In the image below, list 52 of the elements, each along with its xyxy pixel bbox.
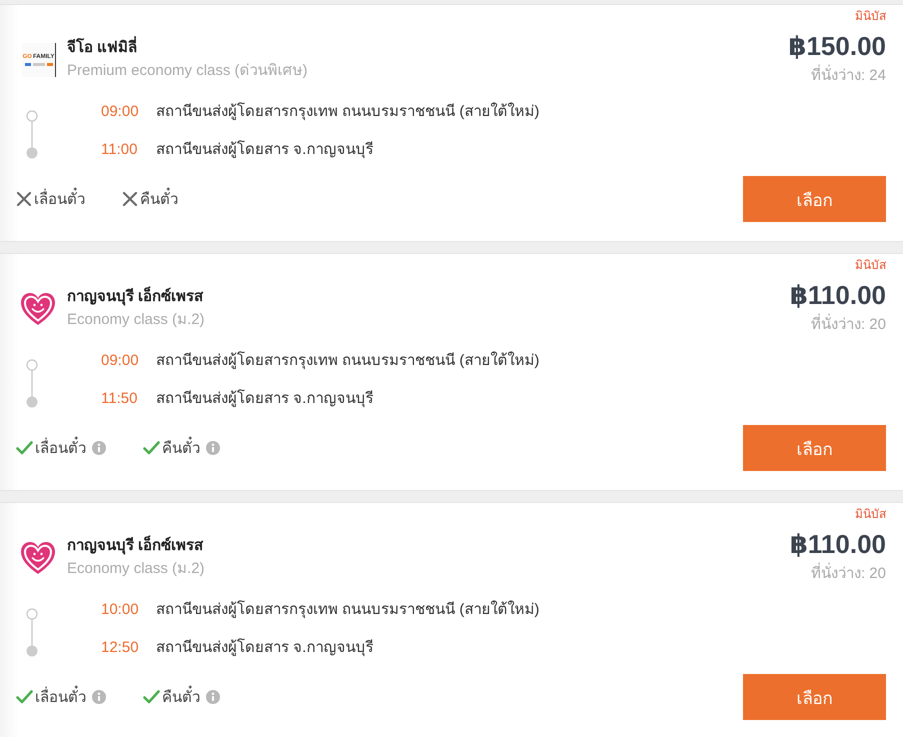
seats-available: ที่นั่งว่าง: 20 bbox=[810, 564, 886, 584]
policy-label: คืนตั๋ว bbox=[162, 436, 200, 460]
vehicle-type: มินิบัส bbox=[855, 506, 886, 523]
vehicle-type: มินิบัส bbox=[855, 257, 886, 274]
info-icon[interactable] bbox=[206, 690, 220, 704]
price: ฿110.00 bbox=[790, 528, 886, 560]
operator-name: กาญจนบุรี เอ็กซ์เพรส bbox=[67, 286, 204, 308]
stop-time: 12:50 bbox=[101, 638, 140, 656]
station-name: สถานีขนส่งผู้โดยสารกรุงเทพ ถนนบรมราชชนนี (สายใต้ใหม่) bbox=[156, 350, 540, 372]
destination-marker-icon bbox=[26, 148, 38, 158]
seats-available: ที่นั่งว่าง: 20 bbox=[810, 315, 886, 335]
logo-stripes-icon bbox=[24, 63, 52, 66]
policy-label: เลื่อนตั๋ว bbox=[34, 187, 85, 211]
info-icon[interactable] bbox=[92, 441, 106, 455]
origin-marker-icon bbox=[26, 359, 38, 371]
origin-marker-icon bbox=[26, 110, 38, 122]
stop-time: 10:00 bbox=[101, 600, 140, 618]
price: ฿110.00 bbox=[790, 279, 886, 311]
station-name: สถานีขนส่งผู้โดยสาร จ.กาญจนบุรี bbox=[156, 637, 374, 658]
policy-label: เลื่อนตั๋ว bbox=[35, 685, 86, 709]
origin-marker-icon bbox=[26, 608, 38, 620]
stop-time: 11:00 bbox=[101, 140, 138, 158]
operator-name: กาญจนบุรี เอ็กซ์เพรส bbox=[67, 535, 204, 556]
destination-marker-icon bbox=[26, 646, 38, 656]
route-line bbox=[31, 370, 33, 397]
select-button[interactable]: เลือก bbox=[743, 674, 886, 720]
station-name: สถานีขนส่งผู้โดยสาร จ.กาญจนบุรี bbox=[156, 388, 374, 410]
select-button[interactable]: เลือก bbox=[743, 425, 886, 471]
stop-time: 09:00 bbox=[101, 102, 140, 120]
service-class: Economy class (ม.2) bbox=[67, 310, 205, 330]
station-name: สถานีขนส่งผู้โดยสาร จ.กาญจนบุรี bbox=[156, 139, 374, 160]
smiling-heart-icon bbox=[20, 292, 56, 326]
info-icon[interactable] bbox=[206, 441, 220, 455]
info-icon[interactable] bbox=[92, 690, 106, 704]
route-line bbox=[31, 619, 33, 646]
price: ฿150.00 bbox=[788, 30, 886, 62]
service-class: Economy class (ม.2) bbox=[67, 559, 205, 579]
policy-label: เลื่อนตั๋ว bbox=[35, 436, 86, 460]
vehicle-type: มินิบัส bbox=[855, 8, 886, 25]
select-button[interactable]: เลือก bbox=[743, 176, 886, 222]
route-line bbox=[31, 121, 33, 148]
station-name: สถานีขนส่งผู้โดยสารกรุงเทพ ถนนบรมราชชนนี (สายใต้ใหม่) bbox=[156, 101, 540, 122]
stop-time: 11:50 bbox=[101, 390, 138, 406]
seats-available: ที่นั่งว่าง: 24 bbox=[810, 66, 886, 86]
policy-label: คืนตั๋ว bbox=[140, 187, 178, 211]
station-name: สถานีขนส่งผู้โดยสารกรุงเทพ ถนนบรมราชชนนี (สายใต้ใหม่) bbox=[156, 599, 540, 620]
destination-marker-icon bbox=[26, 396, 38, 408]
stop-time: 09:00 bbox=[101, 352, 140, 368]
service-class: Premium economy class (ด่วนพิเศษ) bbox=[67, 61, 308, 81]
smiling-heart-icon bbox=[20, 541, 56, 575]
operator-name: จีโอ แฟมิลี่ bbox=[67, 37, 308, 59]
policy-label: คืนตั๋ว bbox=[162, 685, 200, 709]
